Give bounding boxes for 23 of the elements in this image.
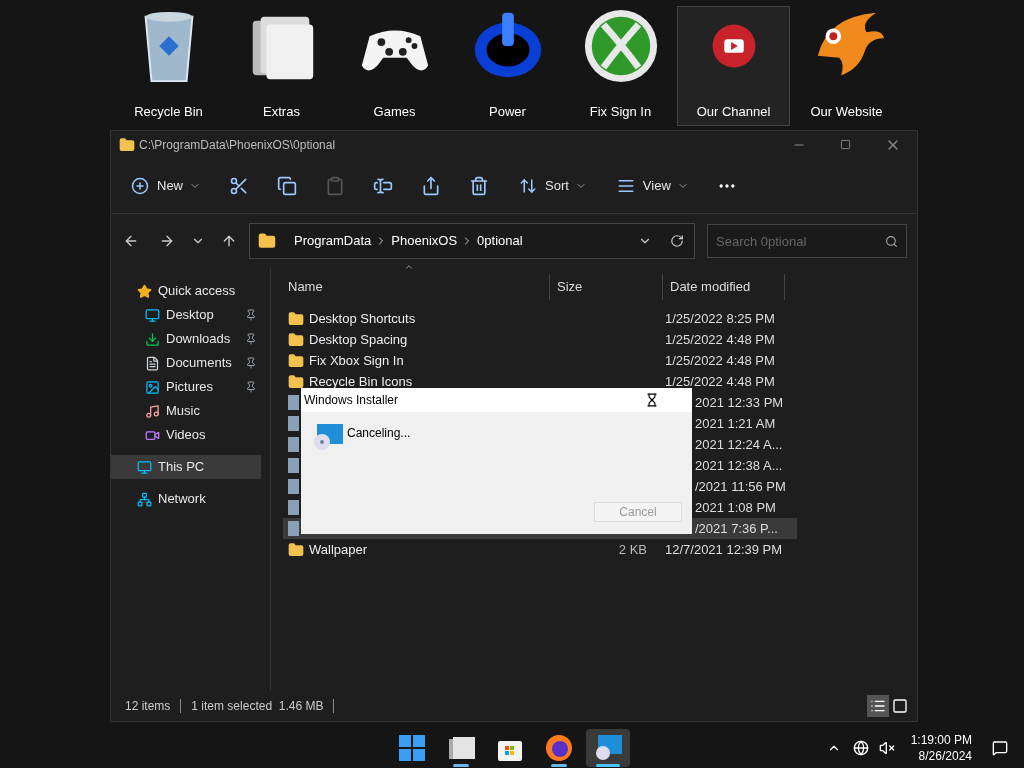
file-date: 2021 12:38 A... — [695, 456, 783, 475]
file-date: 1/25/2022 4:48 PM — [665, 372, 775, 391]
file-date: /2021 7:36 P... — [695, 519, 778, 538]
dialog-message: Canceling... — [347, 425, 411, 442]
file-size: 2 KB — [617, 540, 648, 559]
file-date: 2021 1:08 PM — [695, 498, 776, 517]
file-name: Fix Xbox Sign In — [309, 351, 405, 370]
item-count: 12 items — [125, 698, 171, 715]
file-date: 2021 1:21 AM — [695, 414, 776, 433]
file-name: Recycle Bin Icons — [309, 372, 414, 391]
file-name: Desktop Shortcuts — [309, 309, 417, 328]
file-date: /2021 11:56 PM — [695, 477, 786, 496]
file-name: Wallpaper — [309, 540, 369, 559]
file-date: 1/25/2022 8:25 PM — [665, 309, 775, 328]
file-date: 1/25/2022 4:48 PM — [665, 351, 775, 370]
selection-info: 1 item selected 1.46 MB — [191, 698, 324, 715]
file-date: 2021 12:24 A... — [695, 435, 783, 454]
window-title: C:\ProgramData\PhoenixOS\0ptional — [139, 136, 336, 154]
dialog-title: Windows Installer — [304, 392, 399, 409]
file-date: 1/25/2022 4:48 PM — [665, 330, 775, 349]
file-date: 12/7/2021 12:39 PM — [665, 540, 783, 559]
file-name: Desktop Spacing — [309, 330, 409, 349]
file-date: 2021 12:33 PM — [695, 393, 784, 412]
